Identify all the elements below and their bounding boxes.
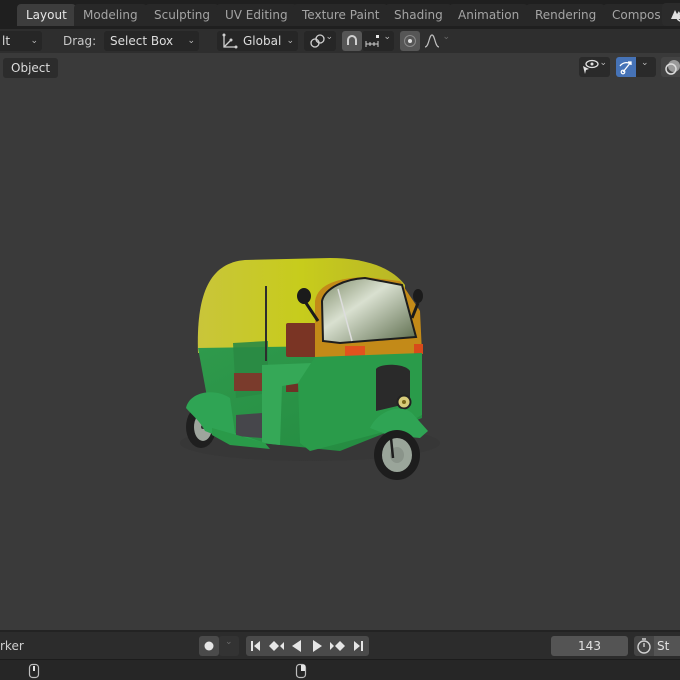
proportional-edit-toggle[interactable] [400, 31, 420, 51]
tab-sculpting[interactable]: Sculpting [145, 4, 220, 26]
chevron-down-icon: ⌄ [286, 36, 294, 46]
drag-label: Drag: [63, 34, 97, 48]
falloff-curve-icon [424, 34, 440, 48]
marker-menu[interactable]: rker [0, 637, 24, 655]
next-keyframe-icon[interactable] [327, 636, 348, 656]
transform-orientation-icon [222, 33, 238, 49]
workspace-tab-bar: Layout Modeling Sculpting UV Editing Tex… [0, 0, 680, 29]
jump-end-icon[interactable] [348, 636, 368, 656]
chevron-down-icon: ⌄ [325, 32, 333, 42]
snap-target-dropdown[interactable]: ⌄ [362, 31, 394, 51]
auto-keying-toggle[interactable] [199, 636, 219, 656]
windshield [320, 276, 418, 345]
status-bar [0, 659, 680, 680]
prev-keyframe-icon[interactable] [266, 636, 287, 656]
interior-floor [236, 413, 262, 438]
jump-start-icon[interactable] [246, 636, 266, 656]
timeline-header: rker ⌄ 143 St [0, 630, 680, 659]
proportional-falloff-dropdown[interactable]: ⌄ [422, 31, 452, 51]
tab-layout[interactable]: Layout [17, 4, 76, 26]
front-wheel [374, 430, 420, 480]
tab-shading[interactable]: Shading [385, 4, 452, 26]
headlight [396, 394, 412, 410]
snap-increment-icon [365, 35, 379, 47]
mouse-right-icon [295, 663, 307, 679]
chevron-down-icon: ⌄ [30, 36, 38, 46]
left-indicator [345, 346, 365, 356]
start-frame-field[interactable]: St [654, 636, 680, 656]
pivot-point-dropdown[interactable]: ⌄ [304, 31, 336, 51]
keying-dropdown[interactable]: ⌄ [219, 636, 239, 656]
drag-select-value: Select Box [110, 34, 174, 48]
chevron-down-icon: ⌄ [225, 637, 233, 647]
snap-toggle[interactable] [342, 31, 362, 51]
use-preview-range-toggle[interactable] [634, 636, 654, 656]
chevron-down-icon: ⌄ [187, 36, 195, 46]
playback-controls [246, 636, 369, 656]
current-frame-field[interactable]: 143 [551, 636, 628, 656]
tab-uv-editing[interactable]: UV Editing [216, 4, 297, 26]
tab-compositing[interactable]: Compos [603, 4, 670, 26]
tab-rendering[interactable]: Rendering [526, 4, 606, 26]
tab-animation[interactable]: Animation [449, 4, 529, 26]
transform-orientation-dropdown[interactable]: Global ⌄ [217, 31, 298, 51]
snap-magnet-icon [347, 35, 357, 45]
scene-selector-button[interactable] [662, 3, 680, 26]
mode-dropdown-label: lt [2, 34, 11, 48]
record-icon [204, 641, 214, 651]
scene-icon [671, 10, 680, 22]
chevron-down-icon: ⌄ [383, 32, 391, 42]
tab-texture-paint[interactable]: Texture Paint [293, 4, 389, 26]
transform-orientation-value: Global [243, 34, 282, 48]
chevron-down-icon: ⌄ [442, 32, 450, 42]
3d-viewport[interactable]: Object ⌄ ⌄ [0, 53, 680, 630]
mouse-left-icon [28, 663, 40, 679]
rickshaw-model[interactable] [0, 53, 680, 630]
play-icon[interactable] [307, 636, 327, 656]
drag-select-dropdown[interactable]: Select Box ⌄ [104, 31, 199, 51]
play-reverse-icon[interactable] [287, 636, 307, 656]
driver-seat [286, 323, 316, 357]
tool-header: lt ⌄ Drag: Select Box ⌄ Global ⌄ ⌄ ⌄ ⌄ [0, 29, 680, 53]
proportional-edit-icon [404, 35, 416, 47]
right-indicator [414, 344, 423, 354]
mode-dropdown[interactable]: lt ⌄ [0, 31, 42, 51]
stopwatch-icon [637, 638, 651, 654]
tab-modeling[interactable]: Modeling [74, 4, 147, 26]
